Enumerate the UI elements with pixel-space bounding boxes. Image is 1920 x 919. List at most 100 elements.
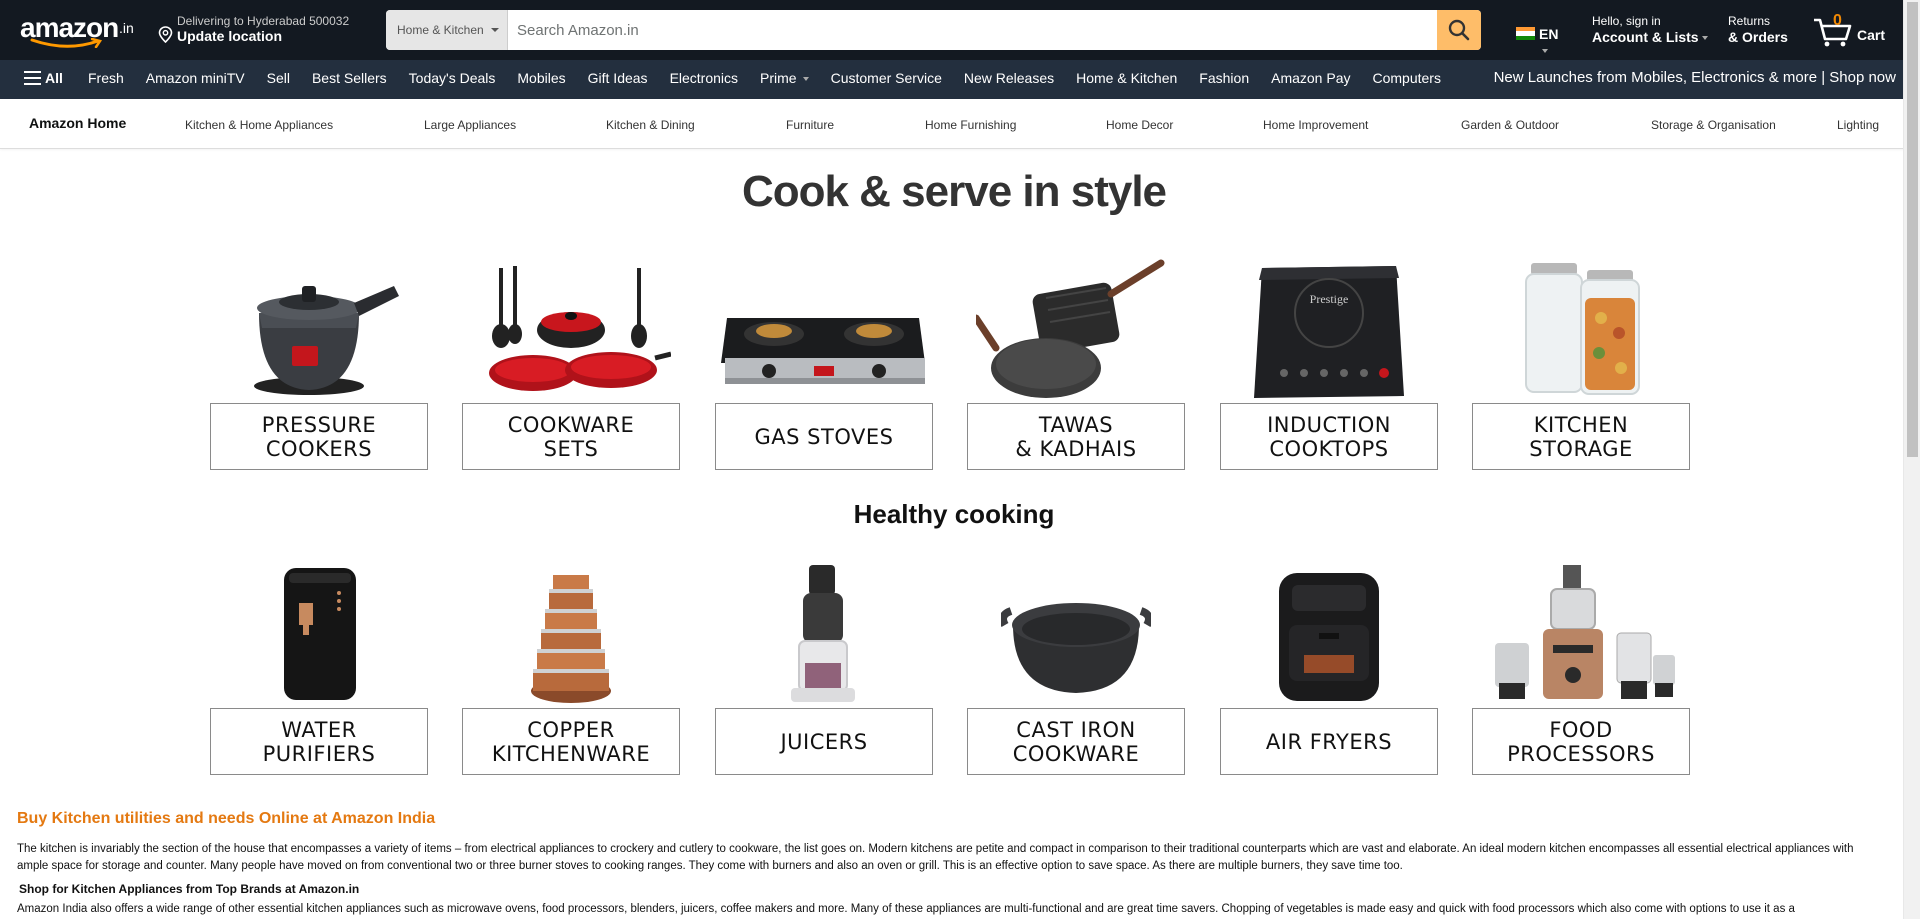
- induction-cooktop-image: Prestige: [1220, 253, 1438, 403]
- pressure-cooker-image: [210, 253, 428, 403]
- nav-item-todays-deals[interactable]: Today's Deals: [409, 70, 496, 86]
- juicer-image: [715, 558, 933, 708]
- subnav-title[interactable]: Amazon Home: [29, 115, 126, 131]
- deliver-to-text: Delivering to Hyderabad 500032: [177, 14, 350, 28]
- tile-label: TAWAS & KADHAIS: [967, 403, 1185, 470]
- subnav-item-lighting[interactable]: Lighting: [1837, 118, 1879, 132]
- cast-iron-kadai-image: [967, 558, 1185, 708]
- location-pin-icon: [158, 26, 173, 43]
- search-bar: Home & Kitchen: [386, 10, 1481, 50]
- category-tile-induction-cooktops[interactable]: Prestige INDUCTION COOKTOPS: [1220, 253, 1438, 470]
- tile-label: WATER PURIFIERS: [210, 708, 428, 775]
- nav-item-prime-label: Prime: [760, 70, 797, 86]
- search-icon: [1448, 19, 1470, 41]
- chevron-down-icon: [1542, 49, 1548, 54]
- nav-item-computers[interactable]: Computers: [1372, 70, 1440, 86]
- air-fryer-image: [1220, 558, 1438, 708]
- tile-label: GAS STOVES: [715, 403, 933, 470]
- section-heading-cook-serve: Cook & serve in style: [741, 167, 1167, 216]
- food-processor-image: [1472, 558, 1690, 708]
- cookware-set-image: [462, 253, 680, 403]
- returns-label: Returns: [1728, 14, 1771, 28]
- category-tile-pressure-cookers[interactable]: PRESSURE COOKERS: [210, 253, 428, 470]
- nav-item-home-kitchen[interactable]: Home & Kitchen: [1076, 70, 1177, 86]
- update-location-text: Update location: [177, 28, 283, 44]
- nav-item-amazon-pay[interactable]: Amazon Pay: [1271, 70, 1350, 86]
- subnav-item-home-improvement[interactable]: Home Improvement: [1263, 118, 1368, 132]
- category-tile-kitchen-storage[interactable]: KITCHEN STORAGE: [1472, 253, 1690, 470]
- subnav-item-garden-outdoor[interactable]: Garden & Outdoor: [1461, 118, 1559, 132]
- tile-label: FOOD PROCESSORS: [1472, 708, 1690, 775]
- tile-label: CAST IRON COOKWARE: [967, 708, 1185, 775]
- svg-text:Prestige: Prestige: [1310, 292, 1349, 306]
- tile-label: INDUCTION COOKTOPS: [1220, 403, 1438, 470]
- nav-promo-link[interactable]: New Launches from Mobiles, Electronics &…: [1494, 69, 1896, 86]
- nav-item-mobiles[interactable]: Mobiles: [517, 70, 565, 86]
- india-flag-icon: [1516, 27, 1535, 40]
- category-tile-cast-iron-cookware[interactable]: CAST IRON COOKWARE: [967, 558, 1185, 775]
- nav-item-sell[interactable]: Sell: [267, 70, 290, 86]
- copper-pots-image: [462, 558, 680, 708]
- sign-in-greeting: Hello, sign in: [1592, 14, 1661, 28]
- category-tile-water-purifiers[interactable]: WATER PURIFIERS: [210, 558, 428, 775]
- search-category-select[interactable]: Home & Kitchen: [386, 10, 508, 50]
- gas-stove-image: [715, 253, 933, 403]
- nav-item-electronics[interactable]: Electronics: [670, 70, 738, 86]
- category-tile-juicers[interactable]: JUICERS: [715, 558, 933, 775]
- tile-label: AIR FRYERS: [1220, 708, 1438, 775]
- subnav-item-large-appliances[interactable]: Large Appliances: [424, 118, 516, 132]
- category-tile-air-fryers[interactable]: AIR FRYERS: [1220, 558, 1438, 775]
- cart-button[interactable]: 0 Cart: [1812, 10, 1897, 50]
- nav-items: Fresh Amazon miniTV Sell Best Sellers To…: [88, 70, 1463, 86]
- category-tile-cookware-sets[interactable]: COOKWARE SETS: [462, 253, 680, 470]
- nav-all-button[interactable]: All: [22, 70, 63, 86]
- category-tile-copper-kitchenware[interactable]: COPPER KITCHENWARE: [462, 558, 680, 775]
- nav-item-best-sellers[interactable]: Best Sellers: [312, 70, 387, 86]
- logo-suffix: .in: [119, 20, 134, 36]
- subnav-item-kitchen-home-appliances[interactable]: Kitchen & Home Appliances: [185, 118, 333, 132]
- chevron-down-icon: [802, 77, 809, 82]
- nav-item-fashion[interactable]: Fashion: [1199, 70, 1249, 86]
- search-button[interactable]: [1437, 10, 1481, 50]
- tile-label: KITCHEN STORAGE: [1472, 403, 1690, 470]
- tile-label: JUICERS: [715, 708, 933, 775]
- nav-item-gift-ideas[interactable]: Gift Ideas: [588, 70, 648, 86]
- search-input[interactable]: [508, 10, 1438, 50]
- top-header: amazon .in Delivering to Hyderabad 50003…: [0, 0, 1920, 60]
- seo-subheading: Shop for Kitchen Appliances from Top Bra…: [19, 882, 360, 896]
- storage-jars-image: [1472, 253, 1690, 403]
- category-tile-tawas-kadhais[interactable]: TAWAS & KADHAIS: [967, 253, 1185, 470]
- scrollbar-thumb[interactable]: [1907, 2, 1918, 457]
- nav-item-fresh[interactable]: Fresh: [88, 70, 124, 86]
- category-subnav: Amazon Home Kitchen & Home Appliances La…: [0, 99, 1920, 149]
- subnav-item-home-furnishing[interactable]: Home Furnishing: [925, 118, 1016, 132]
- tile-label: PRESSURE COOKERS: [210, 403, 428, 470]
- category-tile-gas-stoves[interactable]: GAS STOVES: [715, 253, 933, 470]
- subnav-item-furniture[interactable]: Furniture: [786, 118, 834, 132]
- smile-arrow-icon: [30, 38, 103, 48]
- category-tile-food-processors[interactable]: FOOD PROCESSORS: [1472, 558, 1690, 775]
- subnav-item-home-decor[interactable]: Home Decor: [1106, 118, 1173, 132]
- nav-item-customer-service[interactable]: Customer Service: [831, 70, 942, 86]
- tile-label: COPPER KITCHENWARE: [462, 708, 680, 775]
- water-purifier-image: [210, 558, 428, 708]
- tile-label: COOKWARE SETS: [462, 403, 680, 470]
- seo-title: Buy Kitchen utilities and needs Online a…: [17, 810, 436, 827]
- account-menu[interactable]: Hello, sign in Account & Lists: [1592, 14, 1708, 45]
- amazon-logo[interactable]: amazon .in: [20, 12, 138, 48]
- language-label: EN: [1539, 26, 1559, 42]
- nav-item-minitv[interactable]: Amazon miniTV: [146, 70, 245, 86]
- chevron-down-icon: [491, 28, 499, 32]
- nav-item-prime[interactable]: Prime: [760, 70, 809, 86]
- nav-bar: All Fresh Amazon miniTV Sell Best Seller…: [0, 60, 1920, 99]
- page-scrollbar[interactable]: [1903, 0, 1920, 919]
- subnav-item-kitchen-dining[interactable]: Kitchen & Dining: [606, 118, 695, 132]
- seo-paragraph-2: Amazon India also offers a wide range of…: [17, 903, 1795, 915]
- page: amazon .in Delivering to Hyderabad 50003…: [0, 0, 1920, 919]
- returns-orders-link[interactable]: Returns & Orders: [1728, 14, 1788, 45]
- orders-label: & Orders: [1728, 29, 1788, 45]
- nav-item-new-releases[interactable]: New Releases: [964, 70, 1054, 86]
- account-lists-label: Account & Lists: [1592, 29, 1699, 45]
- chevron-down-icon: [1701, 36, 1708, 41]
- subnav-item-storage-organisation[interactable]: Storage & Organisation: [1651, 118, 1776, 132]
